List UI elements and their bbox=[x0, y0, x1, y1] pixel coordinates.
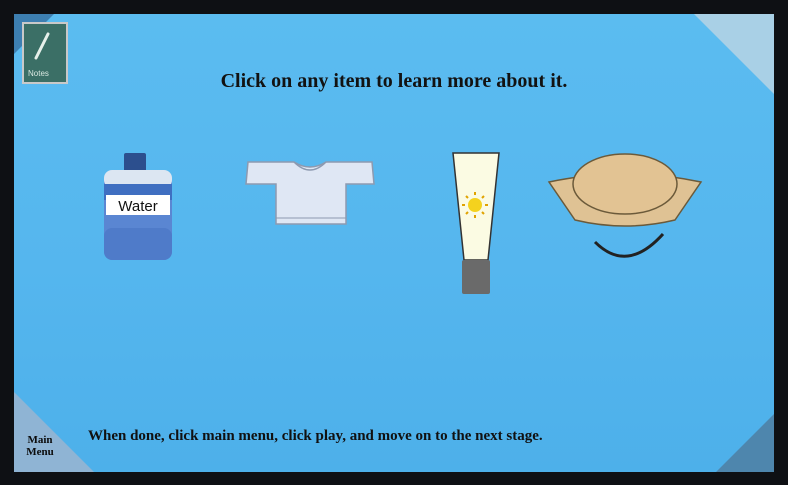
main-menu-line1: Main bbox=[27, 434, 53, 446]
sun-hat-icon bbox=[547, 153, 703, 258]
water-label: Water bbox=[118, 198, 158, 215]
sunscreen-item[interactable] bbox=[450, 150, 502, 298]
instructions-text: Click on any item to learn more about it… bbox=[220, 70, 568, 92]
sunscreen-icon bbox=[452, 152, 500, 294]
main-menu-button[interactable]: Main Menu bbox=[20, 434, 60, 458]
sun-hat-item[interactable] bbox=[545, 146, 705, 268]
corner-decoration-bottom-right bbox=[716, 414, 774, 472]
long-sleeve-shirt-item[interactable] bbox=[242, 158, 378, 230]
long-sleeve-shirt-icon bbox=[245, 161, 375, 225]
footer-instructions: When done, click main menu, click play, … bbox=[88, 428, 543, 444]
main-menu-line2: Menu bbox=[26, 446, 54, 458]
corner-decoration-bottom-left bbox=[14, 392, 94, 472]
water-bottle-item[interactable]: Water bbox=[98, 150, 178, 265]
